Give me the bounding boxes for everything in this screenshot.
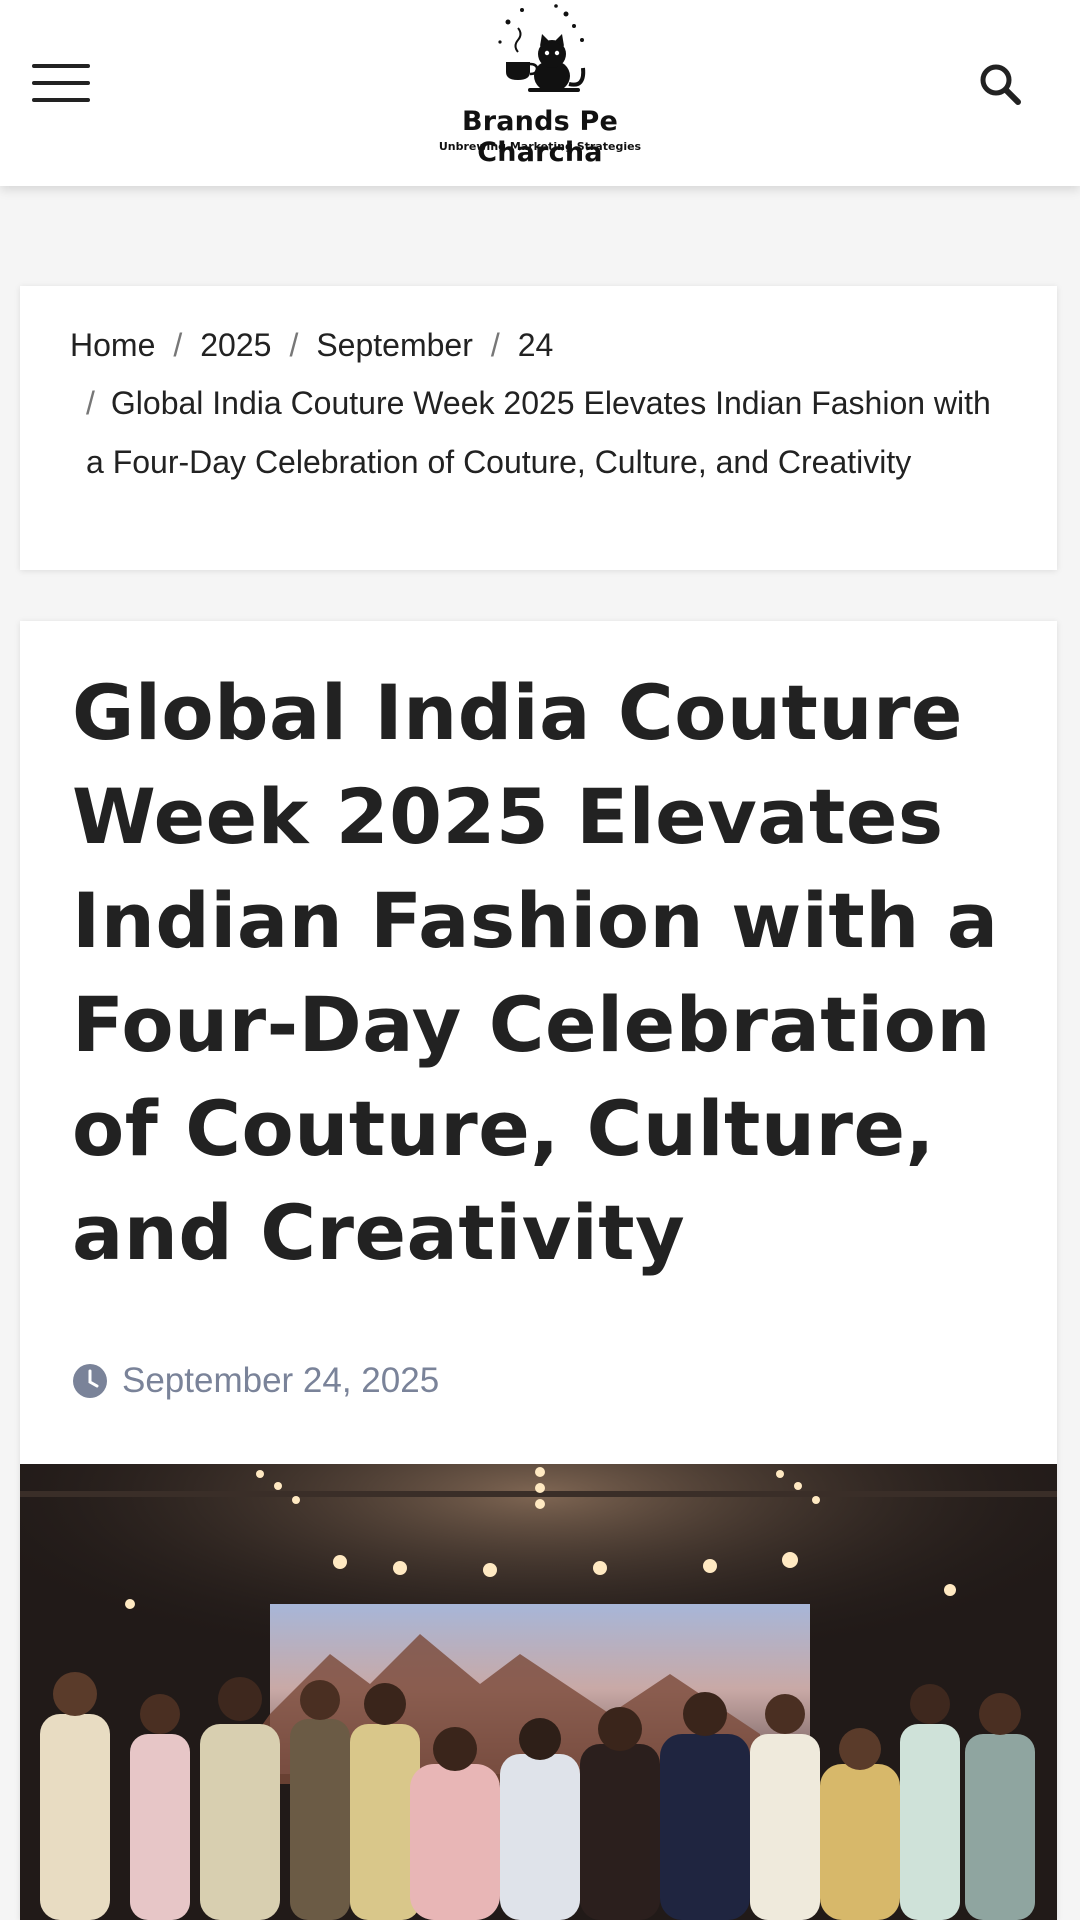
breadcrumb-day[interactable]: 24	[518, 327, 554, 363]
breadcrumb-separator: /	[490, 327, 500, 363]
logo-tagline: Unbrewing Marketing Strategies	[438, 140, 642, 153]
article-hero-image	[20, 1464, 1057, 1920]
hamburger-menu-icon[interactable]	[32, 64, 90, 104]
site-header: Brands Pe Charcha Unbrewing Marketing St…	[0, 0, 1080, 186]
site-logo[interactable]: Brands Pe Charcha Unbrewing Marketing St…	[400, 0, 680, 170]
breadcrumb-separator: /	[289, 327, 299, 363]
breadcrumb-current-item: / Global India Couture Week 2025 Elevates…	[70, 374, 1007, 492]
article-date[interactable]: September 24, 2025	[122, 1361, 439, 1401]
clock-icon	[73, 1364, 107, 1398]
article-meta: September 24, 2025	[72, 1361, 439, 1401]
article-title: Global India Couture Week 2025 Elevates …	[72, 668, 999, 1277]
search-icon[interactable]	[976, 60, 1024, 108]
breadcrumb-separator: /	[86, 385, 95, 421]
logo-title: Brands Pe Charcha	[461, 106, 619, 168]
breadcrumb-trail: Home / 2025 / September / 24	[70, 316, 1007, 374]
breadcrumb: Home/2025/September/24 /Global India Cou…	[20, 286, 1057, 570]
cat-coffee-logo-icon	[498, 4, 586, 92]
breadcrumb-home[interactable]: Home	[70, 327, 155, 363]
article-card: Global India Couture Week 2025 Elevates …	[20, 621, 1057, 1920]
breadcrumb-separator: /	[173, 327, 183, 363]
breadcrumb-year[interactable]: 2025	[200, 327, 271, 363]
runway-photo	[20, 1464, 1057, 1920]
breadcrumb-month[interactable]: September	[316, 327, 473, 363]
breadcrumb-current-label: Global India Couture Week 2025 Elevates …	[86, 385, 991, 480]
